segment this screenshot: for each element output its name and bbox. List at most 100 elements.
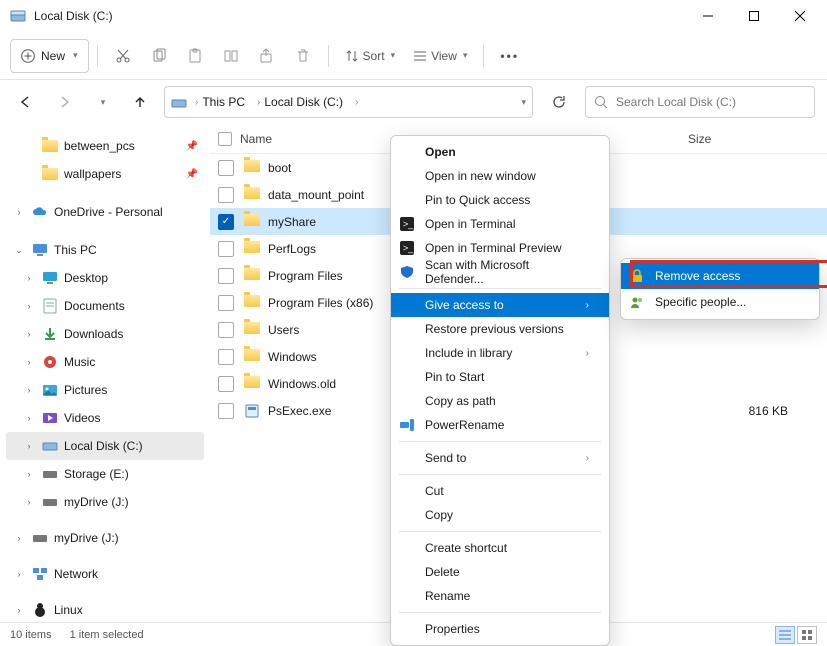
ctx-send-to[interactable]: Send to› <box>391 446 609 470</box>
ctx-rename[interactable]: Rename <box>391 584 609 608</box>
chevron-down-icon[interactable]: ▾ <box>521 97 526 108</box>
ctx-open-new-window[interactable]: Open in new window <box>391 164 609 188</box>
ctx-cut[interactable]: Cut <box>391 479 609 503</box>
sidebar-item[interactable]: ›Pictures <box>6 376 204 404</box>
expand-icon[interactable]: › <box>12 207 26 217</box>
sidebar-label: myDrive (J:) <box>64 495 129 509</box>
chevron-right-icon: › <box>586 300 589 311</box>
row-checkbox[interactable] <box>218 268 234 284</box>
expand-icon[interactable]: › <box>22 357 36 367</box>
expand-icon[interactable]: › <box>22 329 36 339</box>
row-checkbox[interactable] <box>218 376 234 392</box>
network-item[interactable]: ›Network <box>6 560 204 588</box>
row-checkbox[interactable] <box>218 403 234 419</box>
trash-icon <box>295 48 311 64</box>
row-checkbox[interactable] <box>218 241 234 257</box>
row-checkbox[interactable] <box>218 322 234 338</box>
breadcrumb-segment[interactable]: ›This PC <box>191 93 249 111</box>
linux-icon <box>32 602 48 618</box>
share-button[interactable] <box>250 39 284 73</box>
expand-icon[interactable]: › <box>22 441 36 451</box>
sidebar-label: Local Disk (C:) <box>64 439 143 453</box>
ctx-open-terminal[interactable]: >_Open in Terminal <box>391 212 609 236</box>
col-name[interactable]: Name <box>240 132 272 146</box>
expand-icon[interactable]: › <box>22 301 36 311</box>
maximize-button[interactable] <box>731 0 777 32</box>
ctx-pin-quick[interactable]: Pin to Quick access <box>391 188 609 212</box>
address-bar[interactable]: ›This PC ›Local Disk (C:) › ▾ <box>164 86 533 118</box>
quick-access-item[interactable]: between_pcs📌 <box>6 132 204 160</box>
forward-button[interactable] <box>50 88 78 116</box>
expand-icon[interactable]: › <box>22 469 36 479</box>
row-checkbox[interactable] <box>218 187 234 203</box>
back-button[interactable] <box>12 88 40 116</box>
ctx-scan-defender[interactable]: Scan with Microsoft Defender... <box>391 260 609 284</box>
submenu-remove-access[interactable]: Remove access <box>621 263 819 289</box>
titlebar: Local Disk (C:) <box>0 0 827 32</box>
sidebar: between_pcs📌 wallpapers📌 ›OneDrive - Per… <box>0 124 210 622</box>
thispc-item[interactable]: ⌄This PC <box>6 236 204 264</box>
sidebar-item[interactable]: ›Music <box>6 348 204 376</box>
expand-icon[interactable]: › <box>22 413 36 423</box>
exe-icon <box>244 403 260 419</box>
search-input[interactable]: Search Local Disk (C:) <box>585 86 815 118</box>
close-button[interactable] <box>777 0 823 32</box>
cut-button[interactable] <box>106 39 140 73</box>
mydrive-item[interactable]: ›myDrive (J:) <box>6 524 204 552</box>
minimize-button[interactable] <box>685 0 731 32</box>
refresh-button[interactable] <box>543 86 575 118</box>
copy-button[interactable] <box>142 39 176 73</box>
sidebar-item[interactable]: › myDrive (J:) <box>6 488 204 516</box>
ctx-delete[interactable]: Delete <box>391 560 609 584</box>
row-checkbox[interactable] <box>218 214 234 230</box>
recent-button[interactable]: ▾ <box>88 88 116 116</box>
up-button[interactable] <box>126 88 154 116</box>
thumbnails-view-toggle[interactable] <box>797 626 817 644</box>
row-checkbox[interactable] <box>218 160 234 176</box>
expand-icon[interactable]: › <box>22 273 36 283</box>
ctx-copy[interactable]: Copy <box>391 503 609 527</box>
sidebar-item[interactable]: ›Videos <box>6 404 204 432</box>
sidebar-item[interactable]: › Local Disk (C:) <box>6 432 204 460</box>
new-button[interactable]: New ▾ <box>10 39 89 73</box>
ctx-copy-path[interactable]: Copy as path <box>391 389 609 413</box>
ctx-create-shortcut[interactable]: Create shortcut <box>391 536 609 560</box>
ctx-include-library[interactable]: Include in library› <box>391 341 609 365</box>
row-checkbox[interactable] <box>218 295 234 311</box>
submenu-specific-people[interactable]: Specific people... <box>621 289 819 315</box>
expand-icon[interactable]: › <box>12 569 26 579</box>
view-button[interactable]: View ▾ <box>405 39 475 73</box>
item-icon <box>42 326 58 342</box>
ctx-properties[interactable]: Properties <box>391 617 609 641</box>
delete-button[interactable] <box>286 39 320 73</box>
ctx-open[interactable]: Open <box>391 140 609 164</box>
row-checkbox[interactable] <box>218 349 234 365</box>
rename-button[interactable] <box>214 39 248 73</box>
sort-button[interactable]: Sort ▾ <box>337 39 404 73</box>
ctx-open-terminal-preview[interactable]: >_Open in Terminal Preview <box>391 236 609 260</box>
expand-icon[interactable]: › <box>22 497 36 507</box>
sidebar-item[interactable]: ›Documents <box>6 292 204 320</box>
onedrive-item[interactable]: ›OneDrive - Personal <box>6 198 204 226</box>
sidebar-item[interactable]: ›Desktop <box>6 264 204 292</box>
sidebar-item[interactable]: ›Storage (E:) <box>6 460 204 488</box>
select-all-checkbox[interactable] <box>218 132 232 146</box>
sidebar-item[interactable]: ›Downloads <box>6 320 204 348</box>
expand-icon[interactable]: › <box>22 385 36 395</box>
breadcrumb-segment[interactable]: ›Local Disk (C:) <box>253 93 347 111</box>
paste-button[interactable] <box>178 39 212 73</box>
ctx-give-access[interactable]: Give access to› <box>391 293 609 317</box>
collapse-icon[interactable]: ⌄ <box>12 245 26 256</box>
expand-icon[interactable]: › <box>12 605 26 615</box>
ctx-pin-start[interactable]: Pin to Start <box>391 365 609 389</box>
ctx-powerrename[interactable]: PowerRename <box>391 413 609 437</box>
ctx-restore-previous[interactable]: Restore previous versions <box>391 317 609 341</box>
linux-item[interactable]: ›Linux <box>6 596 204 622</box>
details-view-toggle[interactable] <box>775 626 795 644</box>
breadcrumb-root: This PC <box>202 95 245 109</box>
quick-access-item[interactable]: wallpapers📌 <box>6 160 204 188</box>
more-button[interactable]: ••• <box>492 39 527 73</box>
view-icon <box>413 49 427 63</box>
col-size[interactable]: Size <box>688 132 788 146</box>
expand-icon[interactable]: › <box>12 533 26 543</box>
